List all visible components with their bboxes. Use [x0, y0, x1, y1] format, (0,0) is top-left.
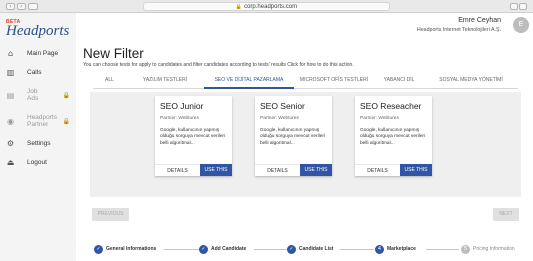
card-title: SEO Senior — [260, 101, 305, 111]
lock-icon: 🔒 — [62, 91, 70, 99]
tab-seo-ve-dijital-pazarlama[interactable]: SEO VE DİJİTAL PAZARLAMA — [204, 72, 294, 89]
share-icon[interactable] — [510, 3, 518, 10]
sidebar-item-label: Main Page — [27, 50, 59, 57]
test-cards-panel: SEO Junior Partner: Webtures Google, kul… — [90, 92, 521, 197]
details-button[interactable]: DETAILS — [255, 164, 300, 176]
test-card: SEO Senior Partner: Webtures Google, kul… — [255, 96, 332, 176]
use-this-button[interactable]: USE THIS — [300, 164, 332, 176]
sidebar-item-calls[interactable]: ▥ Calls — [0, 65, 76, 80]
partner-icon: ◉ — [7, 116, 14, 126]
sidebar-item-settings[interactable]: ⚙ Settings — [0, 136, 76, 151]
sidebar: BETA Headports ⌂ Main Page ▥ Calls ▤ Job… — [0, 13, 76, 261]
back-icon[interactable]: ‹ — [6, 3, 15, 10]
step-connector — [426, 249, 459, 250]
card-partner: Partner: Webtures — [260, 116, 299, 121]
sidebar-item-logout[interactable]: ⏏ Logout — [0, 155, 76, 170]
card-partner: Partner: Webtures — [360, 116, 399, 121]
sidebar-menu: ⌂ Main Page ▥ Calls ▤ Job Ads 🔒 ◉ Headpo… — [0, 46, 76, 174]
page-title: New Filter — [83, 46, 144, 61]
card-description: Google, kullanıcının yapmış olduğu sorgu… — [160, 128, 226, 146]
forward-icon[interactable]: › — [17, 3, 26, 10]
step-label: Pricing Information — [473, 246, 515, 252]
card-description: Google, kullanıcının yapmış olduğu sorgu… — [360, 128, 426, 146]
step-pricing-information: 5 Pricing Information — [461, 243, 515, 255]
next-button[interactable]: NEXT — [493, 208, 519, 221]
card-actions: DETAILS USE THIS — [155, 164, 232, 176]
test-card: SEO Junior Partner: Webtures Google, kul… — [155, 96, 232, 176]
page-subtitle: You can choose tests for apply to candid… — [83, 62, 354, 68]
step-label: Candidate List — [299, 246, 334, 252]
details-button[interactable]: DETAILS — [355, 164, 400, 176]
check-icon: ✓ — [199, 244, 208, 254]
use-this-button[interactable]: USE THIS — [400, 164, 432, 176]
step-general-informations: ✓ General Informations — [94, 243, 156, 255]
check-icon: ✓ — [287, 244, 296, 254]
card-description: Google, kullanıcının yapmış olduğu sorgu… — [260, 128, 326, 146]
card-partner: Partner: Webtures — [160, 116, 199, 121]
lock-icon: 🔒 — [235, 4, 243, 10]
sidebar-item-label: Settings — [27, 140, 51, 147]
tab-microsoft-ofis-testleri[interactable]: MICROSOFT OFİS TESTLERİ — [294, 72, 374, 88]
step-connector — [254, 249, 287, 250]
step-add-candidate: ✓ Add Candidate — [199, 243, 246, 255]
use-this-button[interactable]: USE THIS — [200, 164, 232, 176]
sidebar-item-label: Logout — [27, 159, 47, 166]
sidebar-item-job-ads[interactable]: ▤ Job Ads 🔒 — [0, 84, 76, 106]
step-label: Marketplace — [387, 246, 416, 252]
card-actions: DETAILS USE THIS — [355, 164, 432, 176]
address-bar[interactable]: 🔒 corp.headports.com — [143, 2, 390, 11]
category-tabs: ALL YAZILIM TESTLERİ SEO VE DİJİTAL PAZA… — [93, 72, 518, 89]
check-icon: ✓ — [94, 244, 103, 254]
previous-button[interactable]: PREVIOUS — [92, 208, 129, 221]
browser-toolbar: ‹ › 🔒 corp.headports.com — [0, 0, 533, 13]
sidebar-item-headports-partner[interactable]: ◉ Headports Partner 🔒 — [0, 110, 76, 132]
sidebar-toggle-icon[interactable] — [28, 3, 38, 10]
logout-icon: ⏏ — [6, 158, 15, 167]
home-icon: ⌂ — [7, 49, 14, 58]
tab-sosyal-medya-yonetimi[interactable]: SOSYAL MEDYA YÖNETİMİ — [424, 72, 518, 88]
url-text: corp.headports.com — [244, 4, 298, 10]
gear-icon: ⚙ — [6, 139, 15, 148]
sidebar-item-main-page[interactable]: ⌂ Main Page — [0, 46, 76, 61]
tab-all[interactable]: ALL — [93, 72, 126, 88]
step-number: 4 — [375, 244, 384, 254]
step-label: Add Candidate — [211, 246, 247, 252]
card-actions: DETAILS USE THIS — [255, 164, 332, 176]
main-content: New Filter You can choose tests for appl… — [76, 13, 533, 261]
step-connector — [340, 249, 374, 250]
step-candidate-list: ✓ Candidate List — [287, 243, 333, 255]
test-card: SEO Reseacher Partner: Webtures Google, … — [355, 96, 432, 176]
card-title: SEO Junior — [160, 101, 204, 111]
logo-text: Headports — [6, 23, 70, 39]
tabs-icon[interactable] — [519, 3, 527, 10]
details-button[interactable]: DETAILS — [155, 164, 200, 176]
card-title: SEO Reseacher — [360, 101, 422, 111]
lock-icon: 🔒 — [62, 117, 70, 125]
tab-yabanci-dil[interactable]: YABANCI DİL — [374, 72, 424, 88]
step-marketplace: 4 Marketplace — [375, 243, 416, 255]
step-label: General Informations — [106, 246, 157, 252]
bar-chart-icon: ▥ — [6, 68, 15, 77]
briefcase-icon: ▤ — [6, 90, 15, 100]
step-number: 5 — [461, 244, 470, 254]
tab-yazilim-testleri[interactable]: YAZILIM TESTLERİ — [126, 72, 204, 88]
step-connector — [164, 249, 200, 250]
sidebar-item-label: Calls — [27, 69, 42, 76]
sidebar-item-label: Job Ads — [27, 88, 39, 102]
progress-stepper: ✓ General Informations ✓ Add Candidate ✓… — [94, 243, 530, 255]
browser-nav: ‹ › — [6, 3, 26, 10]
sidebar-item-label: Headports Partner — [27, 114, 57, 128]
